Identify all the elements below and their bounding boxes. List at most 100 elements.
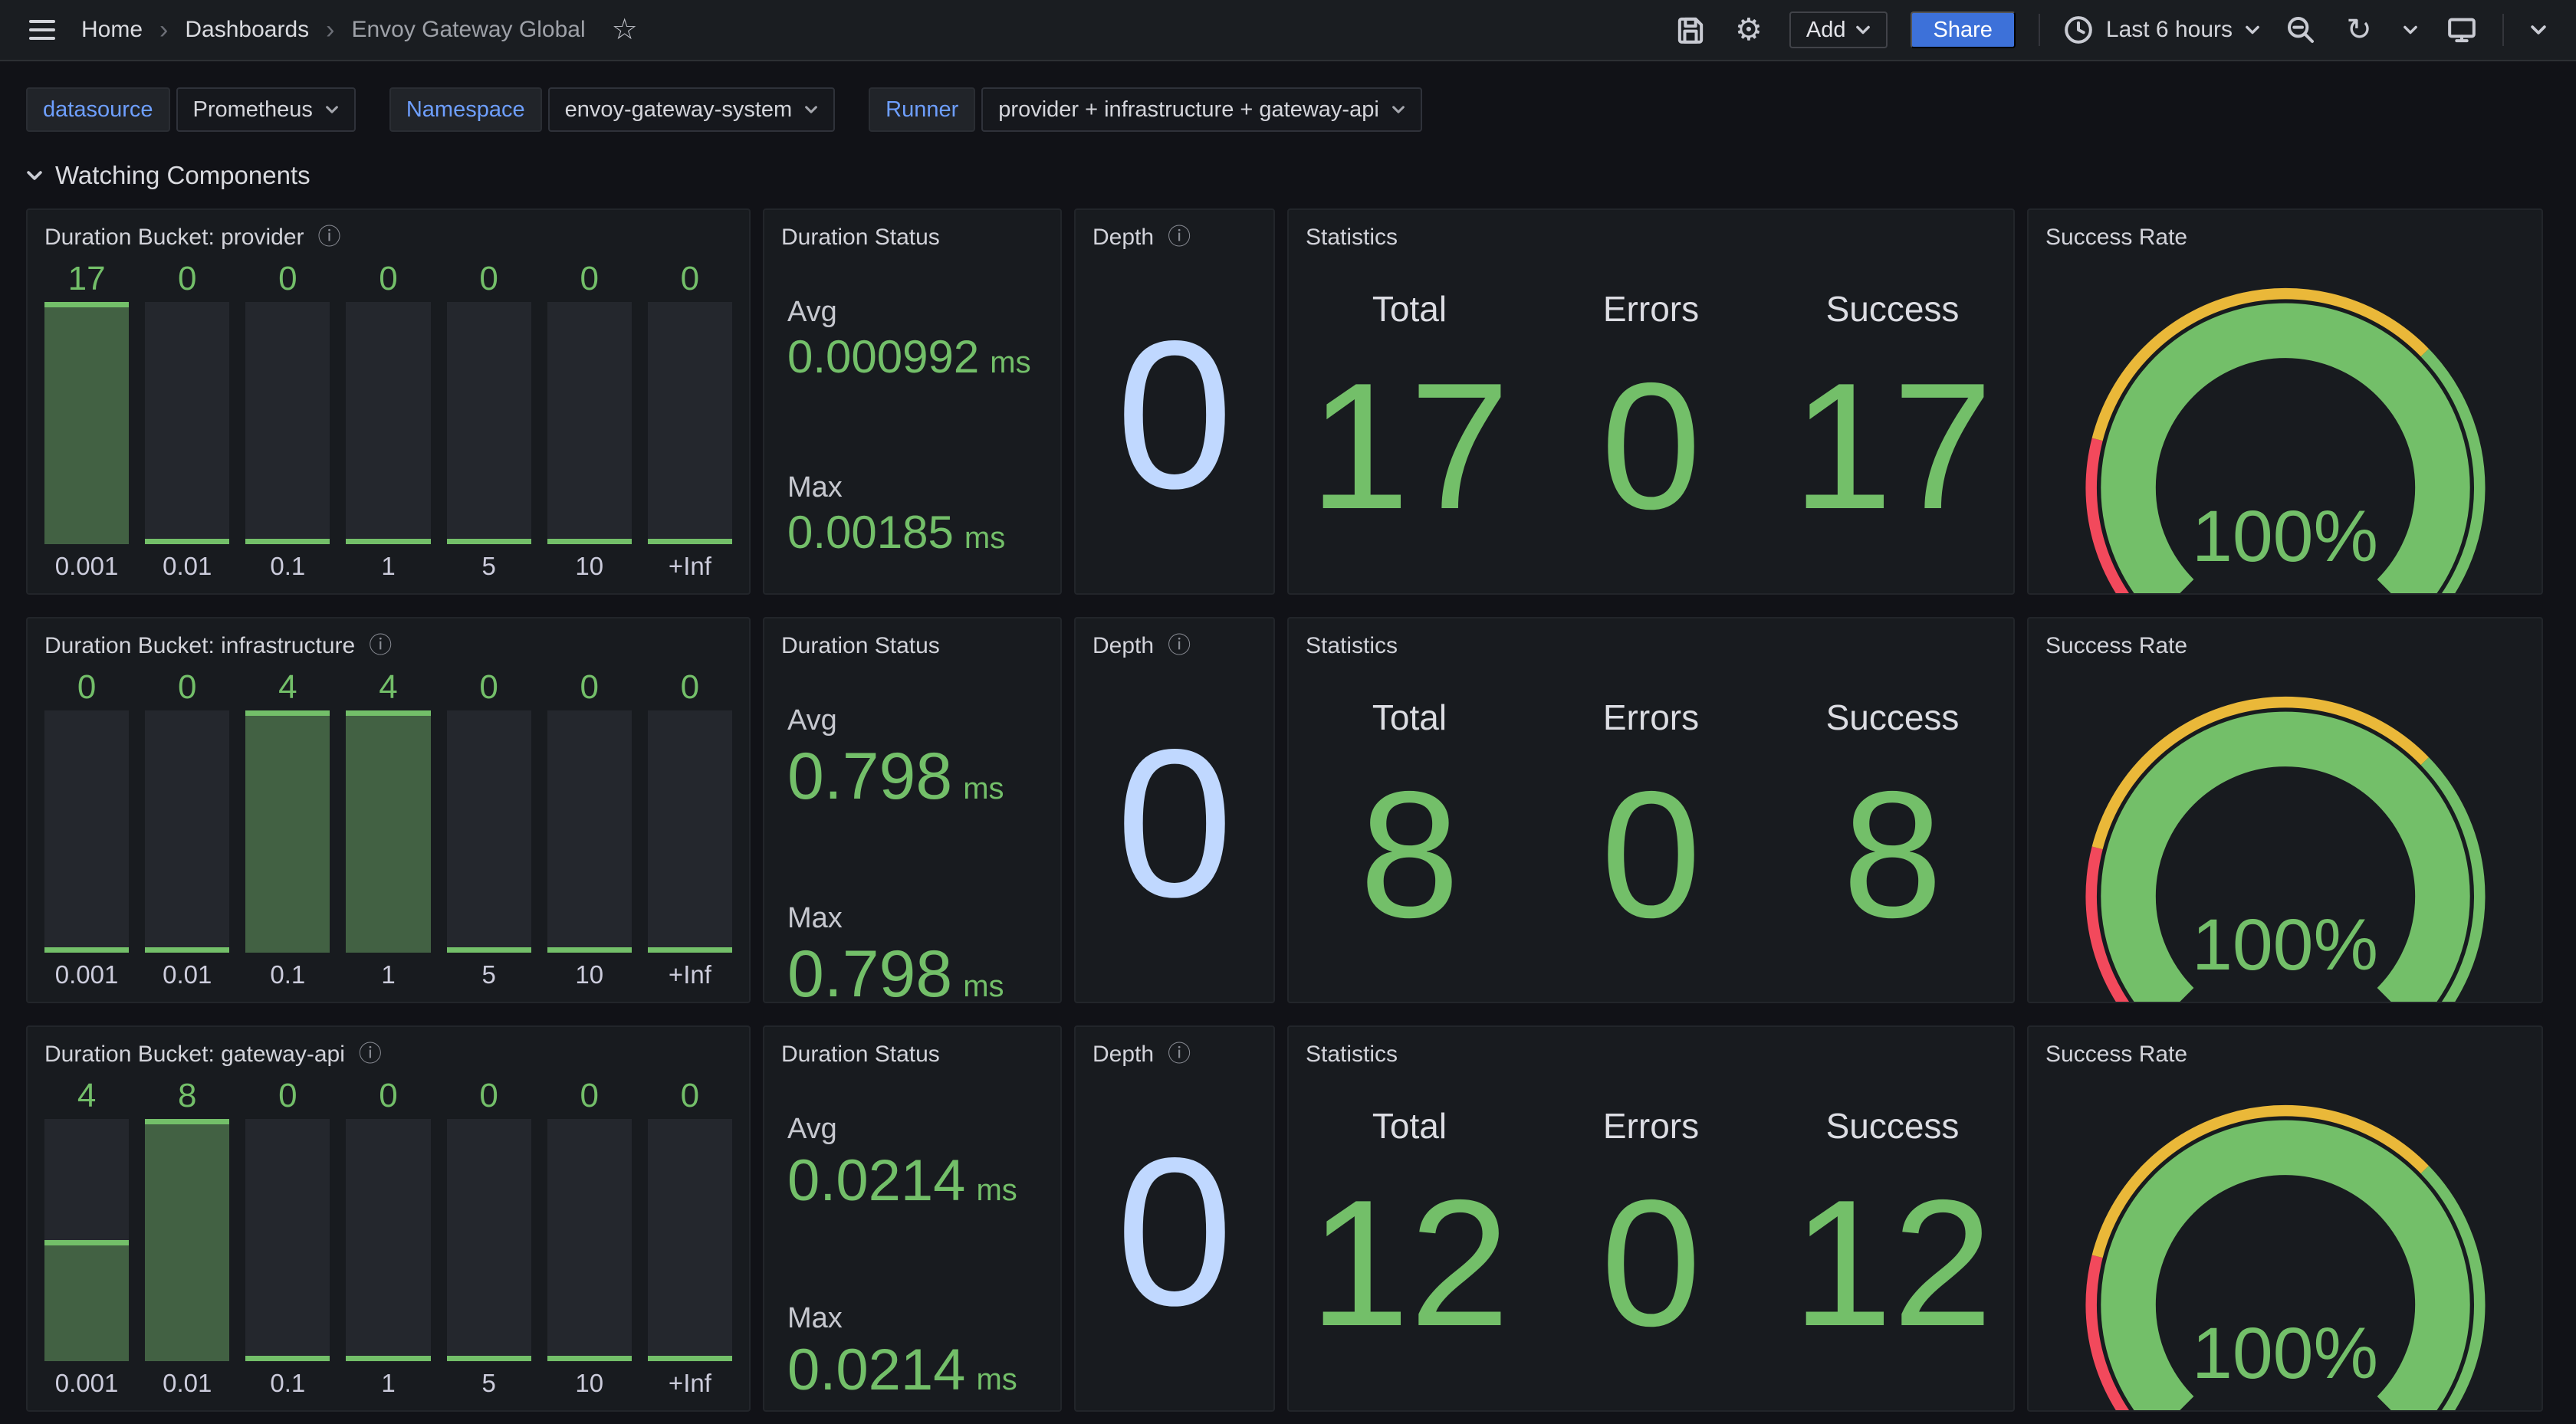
- panel-title: Statistics: [1306, 225, 1398, 251]
- section-collapse-chevron-icon: [26, 169, 43, 182]
- bar-value-label: 0: [580, 258, 599, 296]
- panel-header[interactable]: Statistics: [1289, 1027, 2013, 1070]
- bar-gauge: 170.00100.0100.101050100+Inf: [28, 253, 749, 579]
- kiosk-mode-monitor-icon[interactable]: [2444, 12, 2479, 48]
- time-range-picker[interactable]: Last 6 hours: [2063, 15, 2260, 45]
- save-dashboard-icon[interactable]: [1673, 12, 1708, 48]
- panel-header[interactable]: Duration Bucket: provider ⓘ: [28, 210, 749, 253]
- panel-header[interactable]: Success Rate: [2029, 210, 2542, 253]
- bar-value-label: 0: [278, 258, 297, 296]
- chevron-down-icon: [2245, 24, 2260, 36]
- bar: [648, 710, 732, 953]
- bar-column: 05: [447, 258, 531, 579]
- stat-column: Success8: [1772, 697, 2013, 944]
- breadcrumb: Home › Dashboards › Envoy Gateway Global…: [26, 15, 638, 45]
- panel-header[interactable]: Statistics: [1289, 210, 2013, 253]
- bar-tick-label: 10: [575, 553, 603, 579]
- bar-column: 00.01: [145, 258, 229, 579]
- max-stat: Max 0.00185ms: [787, 471, 1037, 558]
- refresh-interval-chevron-icon[interactable]: [2400, 12, 2421, 48]
- stat-value: 0: [1530, 1173, 1772, 1353]
- panel-depth: Depth ⓘ 0: [1074, 1025, 1275, 1412]
- variable-label: Namespace: [389, 87, 542, 132]
- bar-tick-label: 10: [575, 1370, 603, 1396]
- refresh-icon[interactable]: ↻: [2341, 12, 2377, 48]
- panel-header[interactable]: Depth ⓘ: [1076, 1027, 1273, 1070]
- stat-column: Total17: [1289, 288, 1530, 536]
- stat-label: Errors: [1530, 697, 1772, 738]
- chevron-down-icon: [1392, 104, 1405, 115]
- bar: [447, 710, 531, 953]
- bar: [447, 302, 531, 544]
- stat-value: 8: [1289, 764, 1530, 944]
- duration-stats: Avg 0.798ms Max 0.798ms: [764, 704, 1060, 1003]
- panel-header[interactable]: Success Rate: [2029, 1027, 2542, 1070]
- panel-success-rate: Success Rate 100%: [2027, 208, 2543, 595]
- bar-column: 05: [447, 1075, 531, 1396]
- panel-title: Statistics: [1306, 633, 1398, 659]
- panel-header[interactable]: Duration Bucket: infrastructure ⓘ: [28, 618, 749, 661]
- bar-value-label: 0: [681, 1075, 699, 1113]
- variable-value-dropdown[interactable]: envoy-gateway-system: [548, 87, 836, 132]
- variable-value-dropdown[interactable]: provider + infrastructure + gateway-api: [981, 87, 1421, 132]
- stat-value: 8: [1772, 764, 2013, 944]
- panel-title: Duration Status: [781, 1042, 940, 1068]
- bar-tick-label: 0.001: [55, 962, 119, 987]
- variable-1: Namespaceenvoy-gateway-system: [389, 87, 835, 132]
- add-button[interactable]: Add: [1789, 11, 1888, 48]
- breadcrumb-separator-icon: ›: [320, 15, 340, 45]
- bar-value-label: 0: [178, 258, 196, 296]
- stat-column: Errors0: [1530, 288, 1772, 536]
- bar-column: 010: [547, 666, 632, 987]
- avg-stat: Avg 0.0214ms: [787, 1113, 1037, 1213]
- dashboard-grid: Duration Bucket: provider ⓘ 170.00100.01…: [26, 208, 2550, 1412]
- bar-value-label: 0: [479, 258, 498, 296]
- stat-column: Errors0: [1530, 697, 1772, 944]
- bar: [44, 302, 129, 544]
- panel-header[interactable]: Statistics: [1289, 618, 2013, 661]
- avg-label: Avg: [787, 704, 1037, 737]
- bar-column: 41: [346, 666, 430, 987]
- collapse-toolbar-chevron-icon[interactable]: [2527, 12, 2550, 48]
- panel-header[interactable]: Duration Bucket: gateway-api ⓘ: [28, 1027, 749, 1070]
- panel-header[interactable]: Success Rate: [2029, 618, 2542, 661]
- panel-header[interactable]: Duration Status: [764, 210, 1060, 253]
- breadcrumb-home[interactable]: Home: [81, 17, 143, 43]
- panel-header[interactable]: Depth ⓘ: [1076, 618, 1273, 661]
- panel-header[interactable]: Depth ⓘ: [1076, 210, 1273, 253]
- panel-depth: Depth ⓘ 0: [1074, 617, 1275, 1003]
- bar-column: 40.1: [245, 666, 330, 987]
- info-icon[interactable]: ⓘ: [318, 226, 341, 249]
- max-unit: ms: [963, 970, 1004, 1003]
- panel-header[interactable]: Duration Status: [764, 1027, 1060, 1070]
- panel-header[interactable]: Duration Status: [764, 618, 1060, 661]
- panel-depth: Depth ⓘ 0: [1074, 208, 1275, 595]
- bar: [44, 710, 129, 953]
- info-icon[interactable]: ⓘ: [1168, 1043, 1191, 1066]
- dashboard-settings-gear-icon[interactable]: ⚙: [1731, 12, 1766, 48]
- stat-value: 12: [1772, 1173, 2013, 1353]
- bar: [648, 302, 732, 544]
- bar-tick-label: +Inf: [669, 553, 711, 579]
- toolbar-divider: [2502, 14, 2504, 46]
- bar-tick-label: 1: [381, 553, 395, 579]
- zoom-out-time-icon[interactable]: [2283, 12, 2318, 48]
- bar: [547, 302, 632, 544]
- row-section-header[interactable]: Watching Components: [0, 132, 2576, 208]
- max-label: Max: [787, 1302, 1037, 1335]
- breadcrumb-dashboards[interactable]: Dashboards: [185, 17, 309, 43]
- bar-value-label: 0: [278, 1075, 297, 1113]
- avg-label: Avg: [787, 296, 1037, 329]
- panel-duration-status: Duration Status Avg 0.000992ms Max 0.001…: [763, 208, 1062, 595]
- info-icon[interactable]: ⓘ: [1168, 635, 1191, 658]
- share-button[interactable]: Share: [1911, 11, 2016, 48]
- bar-column: 170.001: [44, 258, 129, 579]
- stat-label: Total: [1289, 288, 1530, 330]
- bar-column: 0+Inf: [648, 1075, 732, 1396]
- info-icon[interactable]: ⓘ: [1168, 226, 1191, 249]
- info-icon[interactable]: ⓘ: [369, 635, 392, 658]
- info-icon[interactable]: ⓘ: [359, 1043, 382, 1066]
- variable-value-dropdown[interactable]: Prometheus: [176, 87, 356, 132]
- menu-icon[interactable]: [26, 15, 58, 44]
- favorite-star-icon[interactable]: ☆: [612, 15, 638, 44]
